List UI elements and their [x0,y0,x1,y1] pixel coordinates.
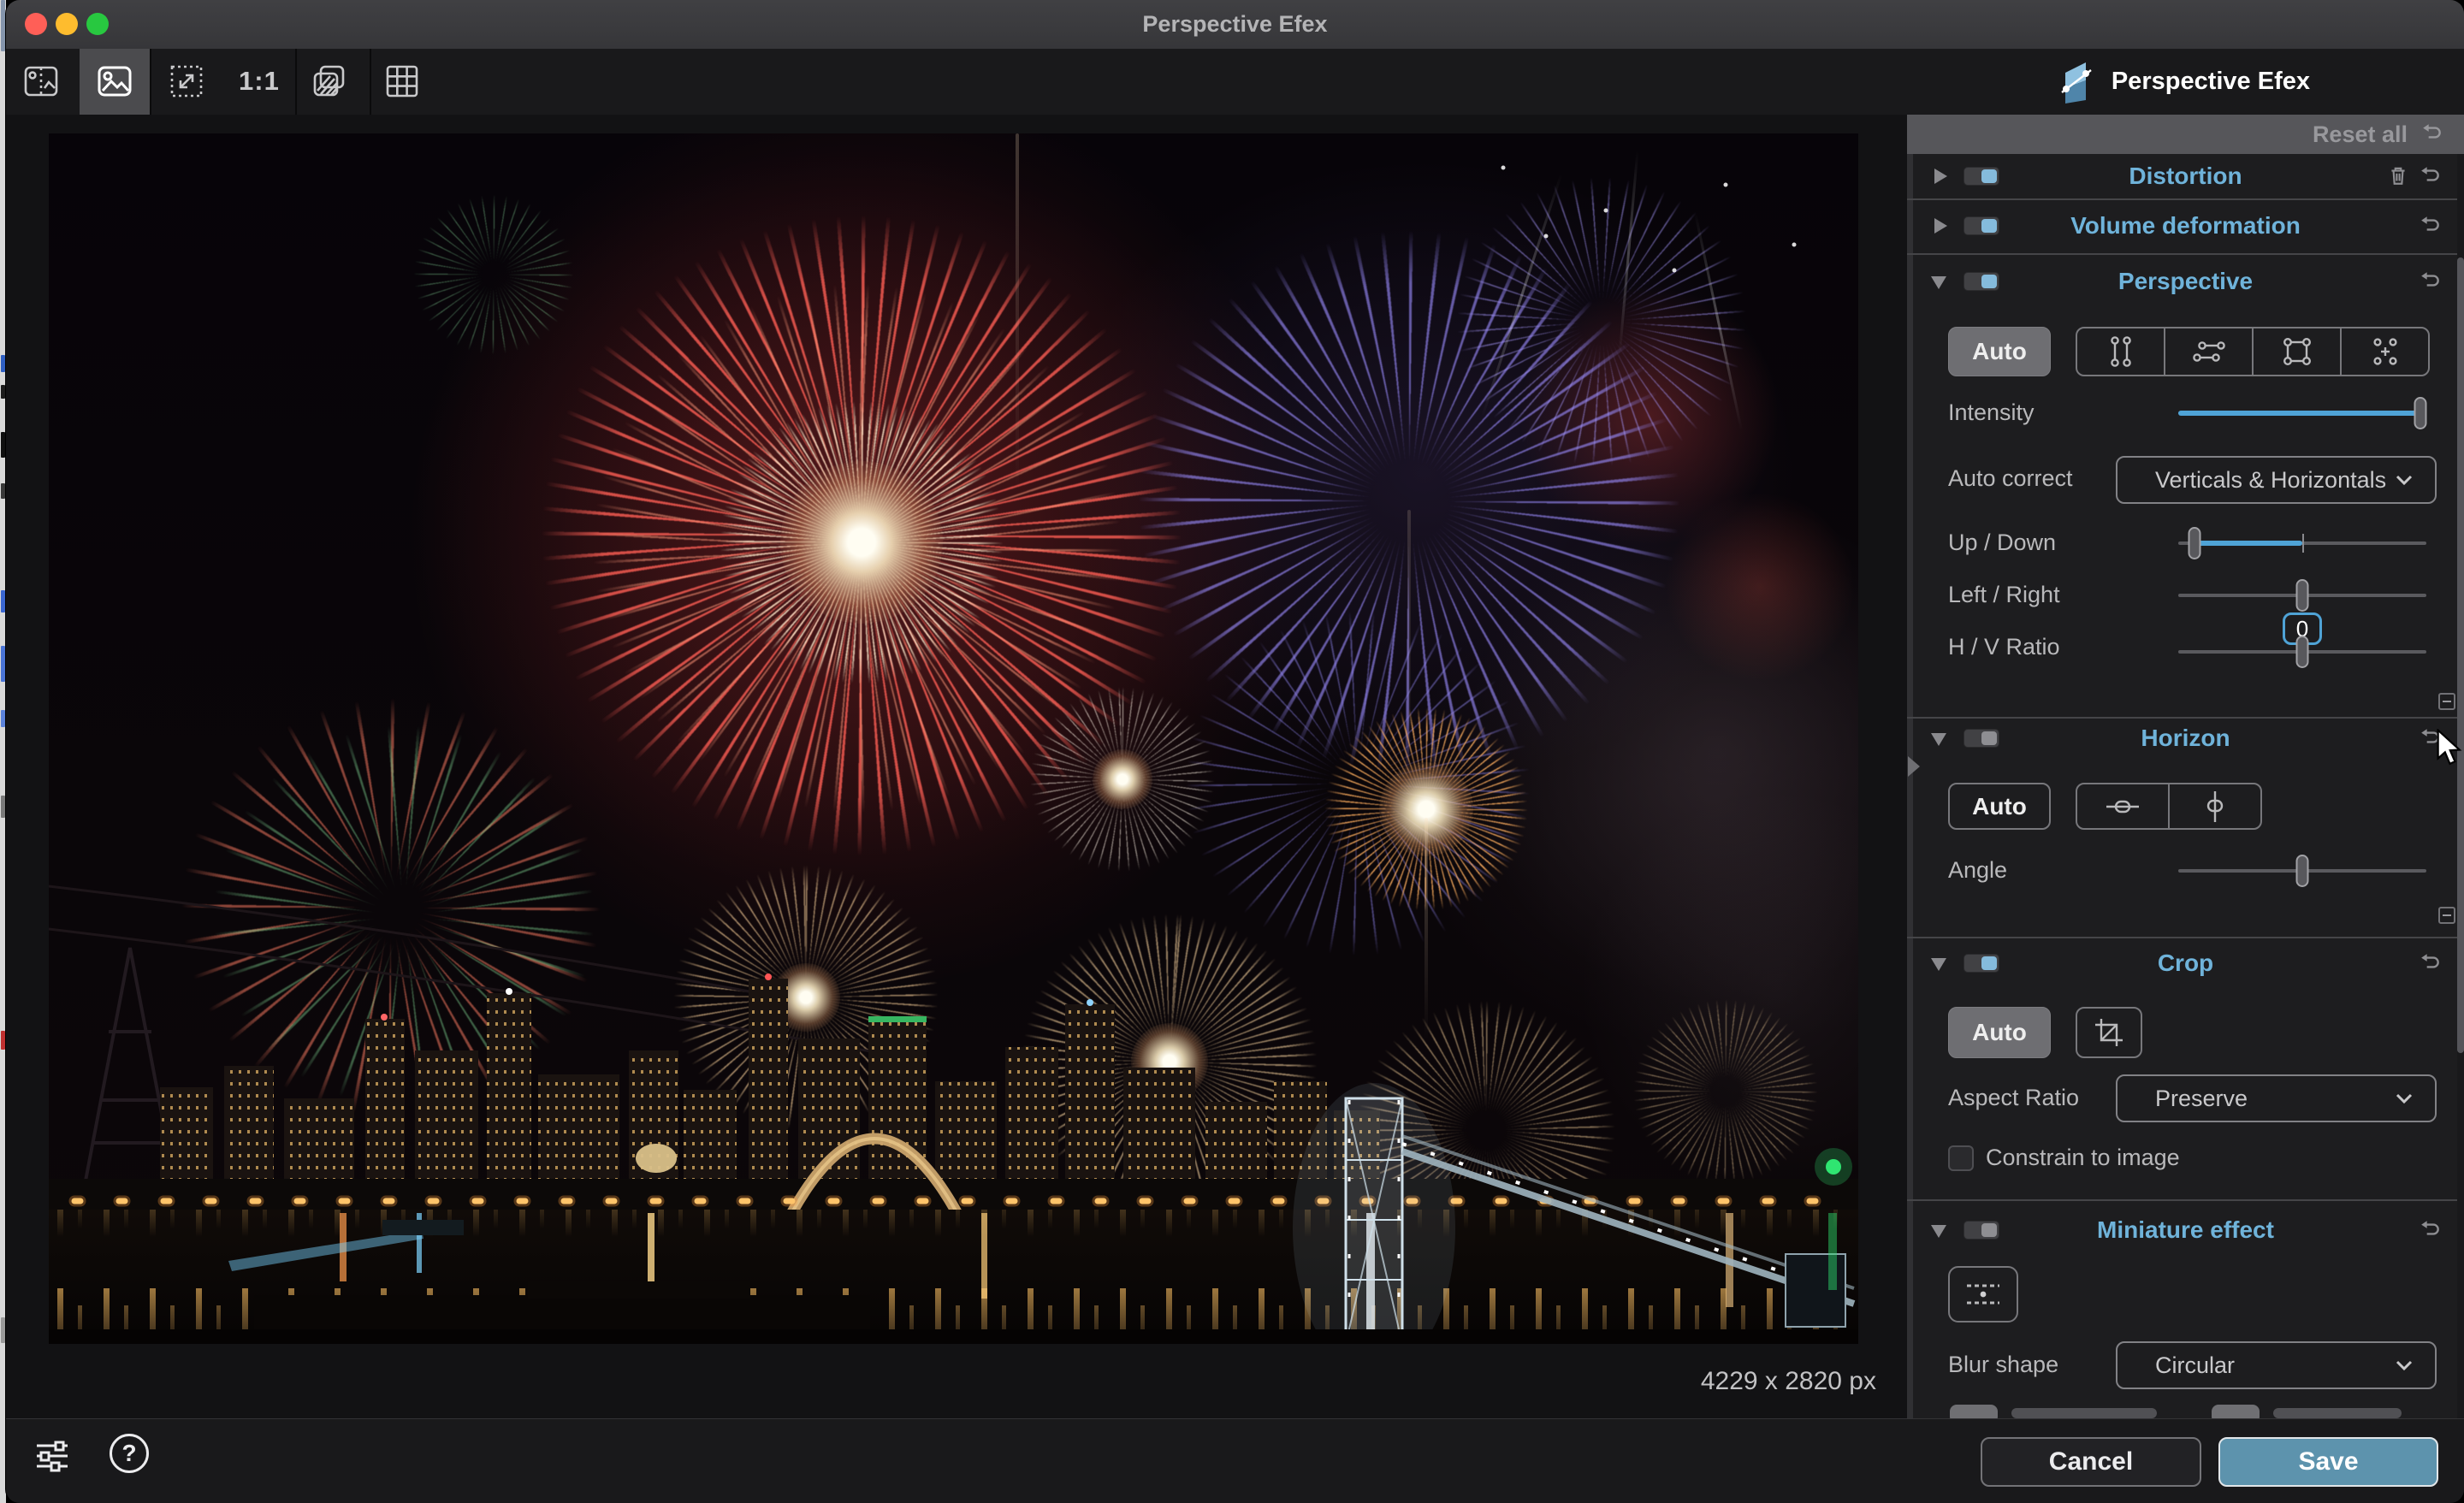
close-window-button[interactable] [25,13,47,35]
angle-label: Angle [1948,857,2007,884]
horizon-auto-button[interactable]: Auto [1948,783,2051,830]
app-window: Perspective Efex [6,0,2464,1503]
crop-undo-icon[interactable] [2420,951,2442,973]
vertical-lines-tool-icon[interactable] [2077,328,2165,375]
crop-auto-button[interactable]: Auto [1948,1007,2051,1058]
minimize-window-button[interactable] [56,13,78,35]
panel-scrollbar[interactable] [2457,154,2464,1418]
cancel-button[interactable]: Cancel [1981,1437,2201,1487]
constrain-to-image-checkbox[interactable] [1948,1145,1974,1171]
partial-toggle[interactable] [2212,1405,2260,1418]
miniature-tool-button[interactable] [1948,1266,2018,1323]
horizon-collapse-box[interactable] [2438,907,2455,924]
constrain-to-image-label[interactable]: Constrain to image [1986,1145,2180,1171]
app-brand: Perspective Efex [2060,59,2310,104]
background-window-sliver [0,0,6,1503]
auto-correct-label: Auto correct [1948,465,2073,492]
corrections-panel: Reset all Distortion Volume deformation [1907,115,2464,1418]
distortion-undo-icon[interactable] [2420,164,2442,186]
rectangle-tool-icon[interactable] [2254,328,2342,375]
perspective-auto-button[interactable]: Auto [1948,327,2051,376]
fireworks-photo[interactable] [49,133,1858,1344]
chevron-down-icon [2396,475,2413,486]
help-icon[interactable]: ? [110,1434,149,1473]
hv-ratio-label: H / V Ratio [1948,634,2060,660]
horizontal-lines-tool-icon[interactable] [2165,328,2254,375]
crop-icon [2092,1015,2126,1050]
miniature-undo-icon[interactable] [2420,1218,2442,1240]
auto-correct-value: Verticals & Horizontals [2155,467,2396,494]
perspective-overlay-icon[interactable] [311,62,348,100]
aspect-ratio-value: Preserve [2155,1086,2396,1112]
blur-shape-label: Blur shape [1948,1352,2058,1378]
horizon-section-title[interactable]: Horizon [1907,725,2464,752]
perspective-collapse-box[interactable] [2438,693,2455,710]
save-button[interactable]: Save [2218,1437,2438,1487]
zoom-fit-icon[interactable] [168,62,205,100]
crop-tool-button[interactable] [2076,1007,2142,1058]
partial-toggle[interactable] [1950,1405,1998,1418]
volume-section-title[interactable]: Volume deformation [1907,212,2464,240]
miniature-section-title[interactable]: Miniature effect [1907,1216,2464,1244]
blur-shape-value: Circular [2155,1352,2396,1379]
panel-collapse-handle[interactable] [1908,756,1920,777]
app-brand-name: Perspective Efex [2112,68,2310,96]
chevron-down-icon [2396,1360,2413,1371]
volume-undo-icon[interactable] [2420,214,2442,236]
distortion-trash-icon[interactable] [2387,164,2409,186]
auto-correct-dropdown[interactable]: Verticals & Horizontals [2116,456,2437,504]
reset-all-button[interactable]: Reset all [2313,121,2408,148]
perspective-undo-icon[interactable] [2420,269,2442,292]
chevron-down-icon [2396,1093,2413,1104]
perspective-tool-group [2076,327,2430,376]
tilt-shift-icon [1960,1276,2006,1312]
window-title: Perspective Efex [6,0,2464,49]
left-right-label: Left / Right [1948,582,2060,608]
reset-all-undo-icon[interactable] [2421,121,2443,144]
up-down-label: Up / Down [1948,530,2056,556]
image-size-label: 4229 x 2820 px [1701,1367,1876,1396]
free-points-tool-icon[interactable] [2342,328,2428,375]
vignette [49,133,1858,1344]
horizontal-level-tool-icon[interactable] [2077,784,2170,828]
title-bar: Perspective Efex [6,0,2464,49]
single-view-icon[interactable] [96,62,133,100]
perspective-section-title[interactable]: Perspective [1907,268,2464,295]
reset-all-bar: Reset all [1907,115,2464,154]
toolbar: 1:1 [6,49,2464,115]
aspect-ratio-dropdown[interactable]: Preserve [2116,1074,2437,1122]
zoom-window-button[interactable] [86,13,109,35]
horizon-tool-group [2076,783,2262,830]
zoom-100-button[interactable]: 1:1 [239,66,280,97]
editor-canvas: 4229 x 2820 px [6,115,1907,1418]
blur-shape-dropdown[interactable]: Circular [2116,1341,2437,1389]
mouse-cursor [2435,729,2464,771]
settings-sliders-icon[interactable] [33,1436,72,1476]
intensity-label: Intensity [1948,399,2035,426]
crop-section-title[interactable]: Crop [1907,950,2464,977]
perspective-efex-logo-icon [2060,60,2096,104]
compare-view-icon[interactable] [22,62,60,100]
footer-bar: ? Cancel Save [6,1418,2464,1503]
grid-icon[interactable] [383,62,421,100]
vertical-level-tool-icon[interactable] [2170,784,2260,828]
distortion-section-title[interactable]: Distortion [1907,163,2464,190]
aspect-ratio-label: Aspect Ratio [1948,1085,2079,1111]
